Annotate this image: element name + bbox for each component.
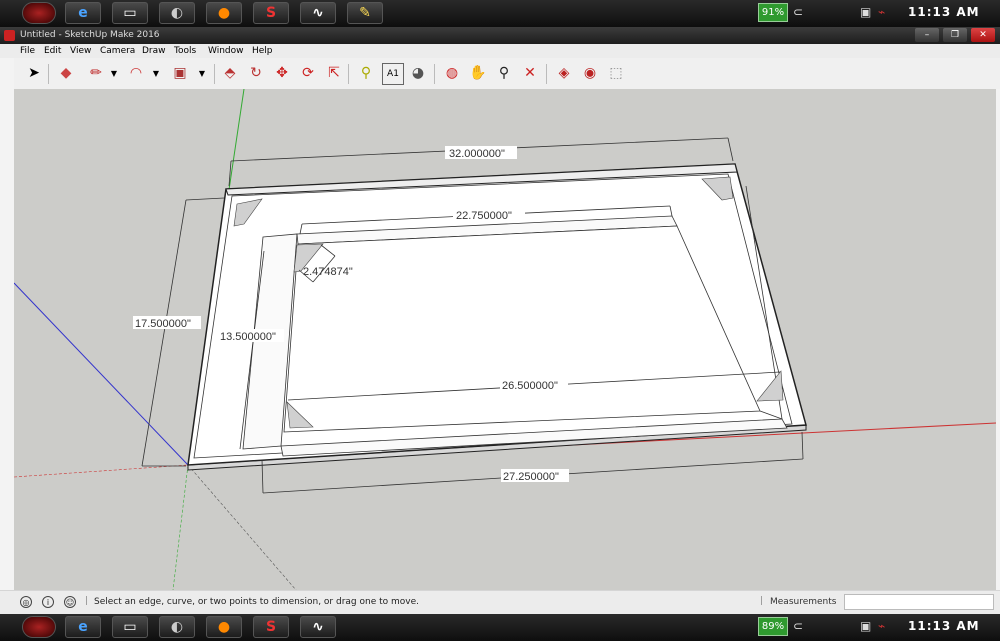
dim-line-outer-depth [141, 199, 187, 467]
menu-file[interactable]: File [20, 46, 35, 56]
blue-axis-negative [187, 464, 297, 590]
green-axis-negative [172, 464, 189, 590]
menu-window[interactable]: Window [208, 46, 244, 56]
arc-icon[interactable]: ◠ [126, 63, 146, 83]
taskbar-top: e ▭ ◐ ● S ∿ ✎ 91% ⊂ ▣ ⌁ 11:13 AM [0, 0, 1000, 27]
sketchup-app-icon [4, 30, 15, 41]
signal-icon[interactable]: ⌁ [878, 5, 885, 19]
signal-icon[interactable]: ⌁ [878, 619, 885, 633]
dim-inner-slot[interactable]: 22.750000" [456, 210, 512, 222]
audio-icon[interactable]: ∿ [300, 616, 336, 638]
menu-camera[interactable]: Camera [100, 46, 135, 56]
rotate-icon[interactable]: ⟳ [298, 63, 318, 83]
pencil-icon[interactable]: ✏ [86, 63, 106, 83]
status-divider: | [85, 596, 89, 606]
battery-indicator[interactable]: 91% [758, 3, 788, 22]
toolbar-separator [348, 64, 349, 84]
tape-measure-icon[interactable]: ⚲ [356, 63, 376, 83]
menu-edit[interactable]: Edit [44, 46, 61, 56]
start-button[interactable] [22, 616, 56, 638]
media-icon[interactable]: ◐ [159, 616, 195, 638]
drawing-viewport[interactable]: 32.000000" 17.500000" 22.750000" 2.47487… [14, 89, 996, 590]
clock: 11:13 AM [908, 5, 980, 19]
dim-outer-depth[interactable]: 17.500000" [135, 318, 191, 330]
start-button[interactable] [22, 2, 56, 24]
menu-draw[interactable]: Draw [142, 46, 166, 56]
geo-location-icon[interactable]: ◎ [20, 596, 32, 608]
dim-inner-depth[interactable]: 13.500000" [220, 331, 276, 343]
power-icon: ⊂ [793, 5, 804, 19]
extension-warehouse-icon[interactable]: ◉ [580, 63, 600, 83]
layout-icon[interactable]: ⬚ [606, 63, 626, 83]
eraser-icon[interactable]: ◆ [56, 63, 76, 83]
close-button[interactable]: ✕ [971, 28, 995, 42]
rectangle-dropdown-icon[interactable]: ▼ [192, 63, 212, 83]
paint-icon[interactable]: ✎ [347, 2, 383, 24]
push-pull-icon[interactable]: ⬘ [220, 63, 240, 83]
3d-warehouse-icon[interactable]: ◈ [554, 63, 574, 83]
follow-me-icon[interactable]: ↻ [246, 63, 266, 83]
dim-base-width[interactable]: 27.250000" [503, 471, 559, 483]
arc-dropdown-icon[interactable]: ▼ [146, 63, 166, 83]
move-icon[interactable]: ✥ [272, 63, 292, 83]
menu-help[interactable]: Help [252, 46, 273, 56]
toolbar: ➤ ◆ ✏ ▼ ◠ ▼ ▣ ▼ ⬘ ↻ ✥ ⟳ ⇱ ⚲ A1 ◕ ◍ ✋ ⚲ ✕… [14, 58, 1000, 90]
select-icon[interactable]: ➤ [24, 63, 44, 83]
desktop-icon[interactable]: ▭ [112, 2, 148, 24]
media-icon[interactable]: ◐ [159, 2, 195, 24]
status-text: Select an edge, curve, or two points to … [94, 597, 420, 607]
taskbar-bottom: e ▭ ◐ ● S ∿ 89% ⊂ ▣ ⌁ 11:13 AM [0, 614, 1000, 641]
toolbar-separator [48, 64, 49, 84]
internet-explorer-icon[interactable]: e [65, 2, 101, 24]
measurements-label: Measurements [770, 597, 837, 607]
paint-bucket-icon[interactable]: ◕ [408, 63, 428, 83]
user-icon[interactable]: ☺ [64, 596, 76, 608]
sketchup-taskbar-icon[interactable]: S [253, 2, 289, 24]
pencil-dropdown-icon[interactable]: ▼ [104, 63, 124, 83]
red-axis-negative [14, 464, 189, 478]
scale-icon[interactable]: ⇱ [324, 63, 344, 83]
dim-corner-brace[interactable]: 2.474874" [303, 266, 353, 278]
window-titlebar: Untitled - SketchUp Make 2016 – ❐ ✕ [0, 27, 1000, 44]
left-border [0, 58, 14, 590]
power-icon: ⊂ [793, 619, 804, 633]
inner-panel [283, 225, 761, 433]
battery-indicator[interactable]: 89% [758, 617, 788, 636]
notification-icon[interactable]: ▣ [860, 619, 871, 633]
firefox-icon[interactable]: ● [206, 2, 242, 24]
toolbar-separator [214, 64, 215, 84]
dim-outer-width[interactable]: 32.000000" [449, 148, 505, 160]
blue-axis [14, 282, 189, 466]
toolbar-separator [546, 64, 547, 84]
firefox-icon[interactable]: ● [206, 616, 242, 638]
zoom-icon[interactable]: ⚲ [494, 63, 514, 83]
measurements-input[interactable] [844, 594, 994, 610]
status-bar: ◎ i ☺ | Select an edge, curve, or two po… [0, 590, 1000, 615]
window-title: Untitled - SketchUp Make 2016 [20, 30, 160, 40]
clock: 11:13 AM [908, 619, 980, 633]
audio-icon[interactable]: ∿ [300, 2, 336, 24]
notification-icon[interactable]: ▣ [860, 5, 871, 19]
text-icon[interactable]: A1 [382, 63, 404, 85]
internet-explorer-icon[interactable]: e [65, 616, 101, 638]
menu-bar: File Edit View Camera Draw Tools Window … [0, 44, 1000, 58]
orbit-icon[interactable]: ◍ [442, 63, 462, 83]
zoom-extents-icon[interactable]: ✕ [520, 63, 540, 83]
sketchup-taskbar-icon[interactable]: S [253, 616, 289, 638]
pan-icon[interactable]: ✋ [468, 63, 488, 83]
minimize-button[interactable]: – [915, 28, 939, 42]
rectangle-icon[interactable]: ▣ [170, 63, 190, 83]
dim-inner-width[interactable]: 26.500000" [502, 380, 558, 392]
menu-view[interactable]: View [70, 46, 91, 56]
info-icon[interactable]: i [42, 596, 54, 608]
status-divider: | [760, 596, 764, 606]
desktop-icon[interactable]: ▭ [112, 616, 148, 638]
model-canvas[interactable]: 32.000000" 17.500000" 22.750000" 2.47487… [14, 89, 996, 590]
toolbar-separator [434, 64, 435, 84]
right-border [996, 89, 1000, 590]
menu-tools[interactable]: Tools [174, 46, 196, 56]
restore-button[interactable]: ❐ [943, 28, 967, 42]
